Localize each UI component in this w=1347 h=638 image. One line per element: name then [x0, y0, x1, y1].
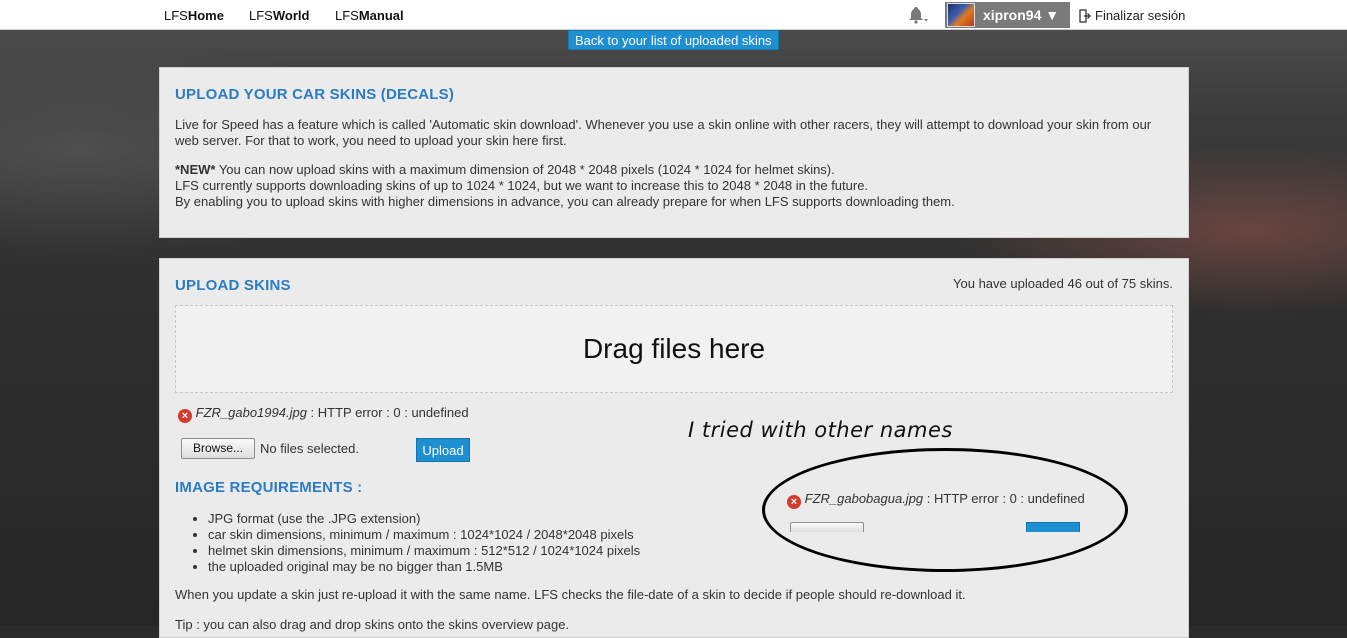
avatar	[947, 3, 975, 27]
annotation-text: I tried with other names	[688, 418, 953, 442]
annotation-ellipse	[762, 448, 1128, 572]
drop-zone[interactable]: Drag files here	[175, 305, 1173, 393]
error-icon: ×	[178, 409, 192, 423]
upload-error-message: × FZR_gabo1994.jpg : HTTP error : 0 : un…	[178, 405, 469, 423]
back-to-uploaded-skins-button[interactable]: Back to your list of uploaded skins	[568, 30, 779, 50]
logout-icon	[1079, 8, 1091, 23]
nav-link-lfsmanual[interactable]: LFSManual	[335, 8, 404, 23]
new-tag: *NEW*	[175, 162, 216, 177]
intro-panel: UPLOAD YOUR CAR SKINS (DECALS) Live for …	[159, 67, 1189, 238]
upload-title: UPLOAD SKINS	[175, 277, 291, 294]
reupload-note: When you update a skin just re-upload it…	[175, 587, 966, 602]
new-feature-note: *NEW* You can now upload skins with a ma…	[175, 162, 955, 209]
nav-link-lfshome[interactable]: LFSHome	[164, 8, 224, 23]
intro-title: UPLOAD YOUR CAR SKINS (DECALS)	[175, 86, 455, 103]
requirements-title: IMAGE REQUIREMENTS :	[175, 479, 363, 496]
intro-paragraph: Live for Speed has a feature which is ca…	[175, 117, 1152, 148]
list-item: car skin dimensions, minimum / maximum :…	[208, 527, 640, 543]
upload-button[interactable]: Upload	[416, 438, 470, 462]
logout-link[interactable]: Finalizar sesión	[1079, 8, 1185, 23]
list-item: the uploaded original may be no bigger t…	[208, 559, 640, 575]
upload-count: You have uploaded 46 out of 75 skins.	[953, 276, 1173, 291]
list-item: JPG format (use the .JPG extension)	[208, 511, 640, 527]
upload-skins-panel: UPLOAD SKINS You have uploaded 46 out of…	[159, 258, 1189, 638]
nav-link-lfsworld[interactable]: LFSWorld	[249, 8, 309, 23]
browse-button[interactable]: Browse...	[181, 438, 255, 459]
username-label: xipron94 ▼	[983, 7, 1060, 23]
file-status: No files selected.	[260, 441, 359, 456]
top-navigation-bar: LFSHome LFSWorld LFSManual xipron94 ▼ Fi…	[0, 0, 1347, 30]
bell-icon[interactable]	[907, 6, 929, 24]
list-item: helmet skin dimensions, minimum / maximu…	[208, 543, 640, 559]
tip-text: Tip : you can also drag and drop skins o…	[175, 617, 570, 632]
requirements-list: JPG format (use the .JPG extension) car …	[192, 511, 640, 575]
user-menu-button[interactable]: xipron94 ▼	[945, 2, 1070, 28]
